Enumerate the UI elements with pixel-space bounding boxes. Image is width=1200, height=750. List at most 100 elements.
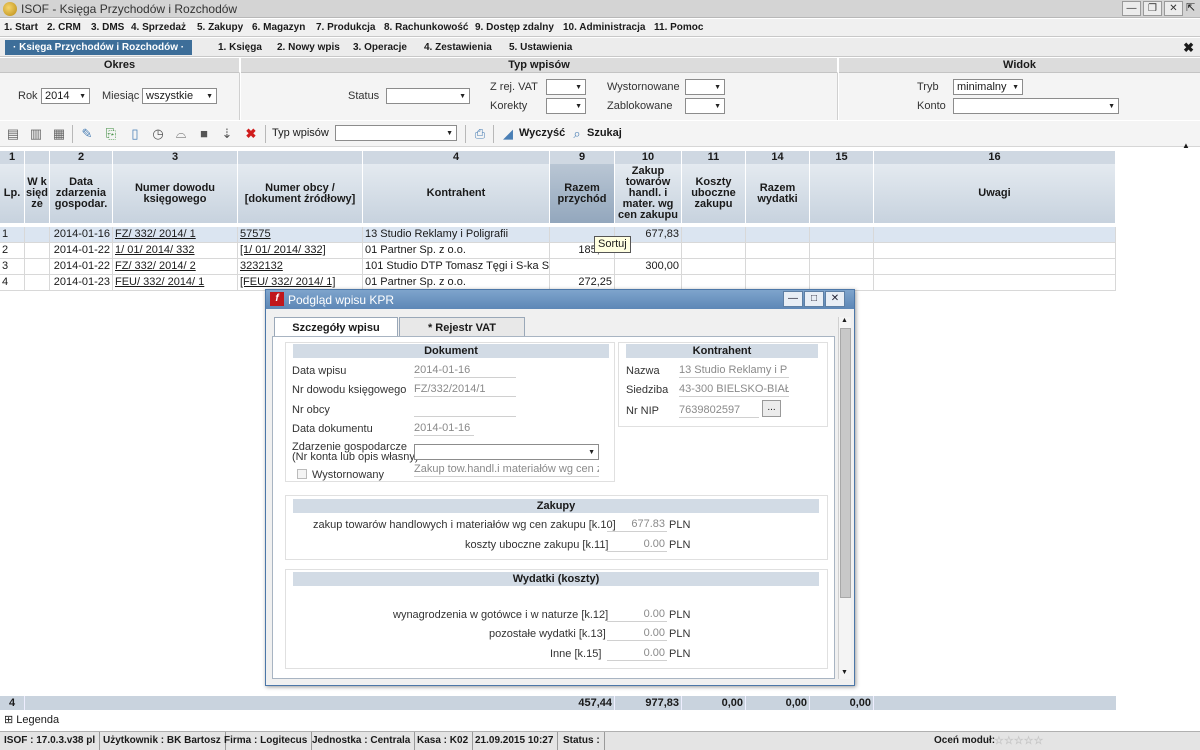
header-nr-dowodu[interactable]: Numer dowodu księgowego <box>113 164 238 223</box>
nip-lookup-button[interactable]: ... <box>762 400 781 417</box>
table-row[interactable]: 2 2014-01-22 1/ 01/ 2014/ 332 [1/ 01/ 2014/… <box>0 243 1116 259</box>
zdarzenie-opis-field[interactable]: Zakup tow.handl.i materiałów wg cen za <box>414 462 599 477</box>
columns-icon[interactable]: ▯ <box>127 126 143 142</box>
menu-dms[interactable]: 3. DMS <box>91 22 124 33</box>
tab-nowy-wpis[interactable]: 2. Nowy wpis <box>277 42 340 53</box>
menu-crm[interactable]: 2. CRM <box>47 22 81 33</box>
search-button[interactable]: Szukaj <box>587 127 622 139</box>
close-window-icon[interactable]: ✕ <box>1164 1 1183 16</box>
zablokowane-select[interactable] <box>685 98 725 114</box>
wystornowany-checkbox[interactable] <box>297 469 307 479</box>
eraser-icon[interactable]: ◢ <box>500 126 516 142</box>
dialog-close-icon[interactable]: ✕ <box>825 291 845 307</box>
menu-pomoc[interactable]: 11. Pomoc <box>654 22 703 33</box>
data-dokumentu-field[interactable]: 2014-01-16 <box>414 421 474 436</box>
header-kontrahent[interactable]: Kontrahent <box>363 164 550 223</box>
header-koszty-uboczne[interactable]: Koszty uboczne zakupu <box>682 164 746 223</box>
copy-document-icon[interactable]: ▥ <box>28 126 44 142</box>
tryb-select[interactable]: minimalny <box>953 79 1023 95</box>
print-icon[interactable]: ⎙ <box>472 126 488 142</box>
tab-zestawienia[interactable]: 4. Zestawienia <box>424 42 492 53</box>
cell-uwagi <box>874 227 1116 242</box>
scroll-up-icon[interactable]: ▲ <box>841 317 848 324</box>
konto-select[interactable] <box>953 98 1119 114</box>
k10-field[interactable]: 677.83 <box>607 517 667 532</box>
menu-rachunkowosc[interactable]: 8. Rachunkowość <box>384 22 468 33</box>
cell-nr-obcy[interactable]: [FEU/ 332/ 2014/ 1] <box>238 275 363 290</box>
korekty-select[interactable] <box>546 98 586 114</box>
tab-operacje[interactable]: 3. Operacje <box>353 42 407 53</box>
header-zakup-towarow[interactable]: Zakup towarów handl. i mater. wg cen zak… <box>615 164 682 223</box>
header-uwagi[interactable]: Uwagi <box>874 164 1116 223</box>
history-icon[interactable]: ◷ <box>150 126 166 142</box>
search-icon[interactable]: ⌕ <box>569 126 585 142</box>
header-razem-przychod[interactable]: Razem przychód <box>550 164 615 223</box>
tab-ksiega-przychodow[interactable]: · Księga Przychodów i Rozchodów · <box>5 40 193 55</box>
lock-icon[interactable]: ■ <box>196 126 212 142</box>
menu-zakupy[interactable]: 5. Zakupy <box>197 22 243 33</box>
typ-wpisow-toolbar-select[interactable] <box>335 125 457 141</box>
k15-field[interactable]: 0.00 <box>607 646 667 661</box>
menu-administracja[interactable]: 10. Administracja <box>563 22 645 33</box>
add-document-icon[interactable]: ▤ <box>5 126 21 142</box>
header-w-ksiedze[interactable]: W księdze <box>25 164 50 223</box>
menu-sprzedaz[interactable]: 4. Sprzedaż <box>131 22 186 33</box>
k12-field[interactable]: 0.00 <box>607 607 667 622</box>
menu-magazyn[interactable]: 6. Magazyn <box>252 22 305 33</box>
menu-dostep-zdalny[interactable]: 9. Dostęp zdalny <box>475 22 554 33</box>
k11-field[interactable]: 0.00 <box>607 537 667 552</box>
collapse-icon[interactable]: ▲ <box>1182 141 1190 150</box>
tab-szczegoly-wpisu[interactable]: Szczegóły wpisu <box>274 317 398 337</box>
dialog-minimize-icon[interactable]: — <box>783 291 803 307</box>
preview-document-icon[interactable]: ⎘ <box>103 126 119 142</box>
minimize-icon[interactable]: — <box>1122 1 1141 16</box>
header-data[interactable]: Data zdarzenia gospodar. <box>50 164 113 223</box>
dialog-scrollbar[interactable]: ▲ ▼ <box>838 317 851 679</box>
miesiac-select[interactable]: wszystkie <box>142 88 217 104</box>
dialog-maximize-icon[interactable]: □ <box>804 291 824 307</box>
restore-icon[interactable]: ❐ <box>1143 1 1162 16</box>
rating-stars-icon[interactable]: ☆☆☆☆☆ <box>990 732 1047 750</box>
header-col15[interactable] <box>810 164 874 223</box>
detach-icon[interactable]: ⇱ <box>1186 1 1195 14</box>
nr-obcy-field[interactable] <box>414 402 516 417</box>
cell-nr-obcy[interactable]: 3232132 <box>238 259 363 274</box>
nip-field[interactable]: 7639802597 <box>679 403 759 418</box>
siedziba-field[interactable]: 43-300 BIELSKO-BIAŁ <box>679 382 789 397</box>
header-nr-obcy[interactable]: Numer obcy / [dokument źródłowy] <box>238 164 363 223</box>
cell-nr-dowodu[interactable]: 1/ 01/ 2014/ 332 <box>113 243 238 258</box>
sort-icon[interactable]: ⇣ <box>219 126 235 142</box>
tab-ustawienia[interactable]: 5. Ustawienia <box>509 42 572 53</box>
header-lp[interactable]: Lp. <box>0 164 25 223</box>
wystornowane-select[interactable] <box>685 79 725 95</box>
cell-nr-obcy[interactable]: [1/ 01/ 2014/ 332] <box>238 243 363 258</box>
status-select[interactable] <box>386 88 470 104</box>
zdarzenie-select[interactable] <box>414 444 599 460</box>
legend-toggle[interactable]: ⊞ Legenda <box>0 712 1200 728</box>
tab-rejestr-vat[interactable]: * Rejestr VAT <box>399 317 525 337</box>
data-wpisu-field[interactable]: 2014-01-16 <box>414 363 516 378</box>
delete-icon[interactable]: ✖ <box>243 126 259 142</box>
tab-ksiega[interactable]: 1. Księga <box>218 42 262 53</box>
scroll-down-icon[interactable]: ▼ <box>841 669 848 676</box>
cell-nr-obcy[interactable]: 57575 <box>238 227 363 242</box>
cell-nr-dowodu[interactable]: FEU/ 332/ 2014/ 1 <box>113 275 238 290</box>
rok-select[interactable]: 2014 <box>41 88 90 104</box>
close-module-icon[interactable]: ✖ <box>1183 40 1194 56</box>
menu-start[interactable]: 1. Start <box>4 22 38 33</box>
scroll-thumb[interactable] <box>840 328 851 598</box>
import-document-icon[interactable]: ▦ <box>51 126 67 142</box>
k13-field[interactable]: 0.00 <box>607 626 667 641</box>
cell-nr-dowodu[interactable]: FZ/ 332/ 2014/ 1 <box>113 227 238 242</box>
table-row[interactable]: 1 2014-01-16 FZ/ 332/ 2014/ 1 57575 13 Studi… <box>0 227 1116 243</box>
header-razem-wydatki[interactable]: Razem wydatki <box>746 164 810 223</box>
nr-dowodu-field[interactable]: FZ/332/2014/1 <box>414 382 516 397</box>
table-row[interactable]: 3 2014-01-22 FZ/ 332/ 2014/ 2 3232132 101 St… <box>0 259 1116 275</box>
clear-button[interactable]: Wyczyść <box>519 127 565 139</box>
cell-nr-dowodu[interactable]: FZ/ 332/ 2014/ 2 <box>113 259 238 274</box>
menu-produkcja[interactable]: 7. Produkcja <box>316 22 375 33</box>
edit-pencil-icon[interactable]: ✎ <box>79 126 95 142</box>
zrej-vat-select[interactable] <box>546 79 586 95</box>
nazwa-field[interactable]: 13 Studio Reklamy i P <box>679 363 789 378</box>
unlock-icon[interactable]: ⌓ <box>173 126 189 142</box>
